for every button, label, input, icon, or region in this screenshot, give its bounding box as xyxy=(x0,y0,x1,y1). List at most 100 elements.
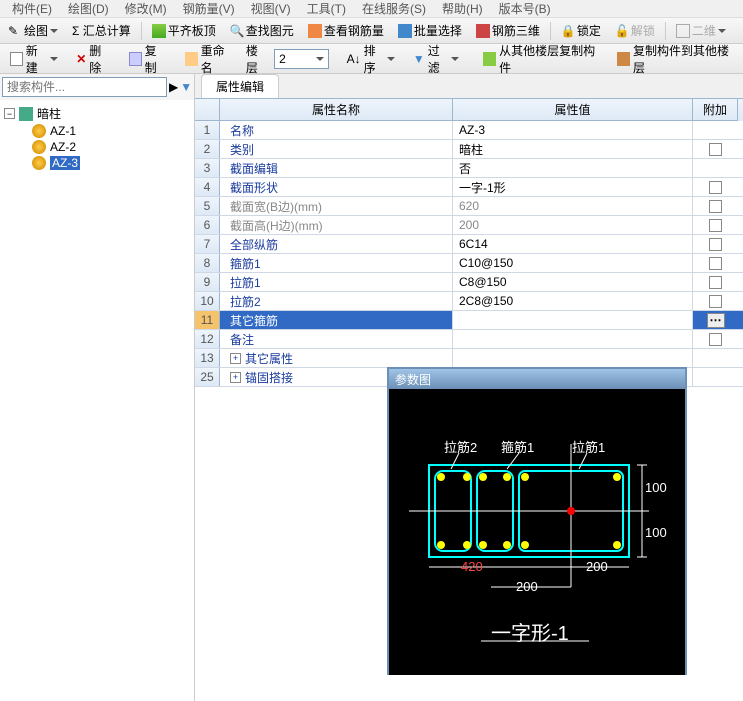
checkbox[interactable] xyxy=(709,276,722,289)
unlock-btn[interactable]: 🔓解锁 xyxy=(611,20,659,41)
cell-name[interactable]: 截面形状 xyxy=(220,178,453,196)
tree-root[interactable]: − 暗柱 xyxy=(4,104,190,123)
checkbox[interactable] xyxy=(709,200,722,213)
rename-btn[interactable]: 重命名 xyxy=(179,40,240,78)
expand-icon[interactable]: + xyxy=(230,353,241,364)
menu-item[interactable]: 绘图(D) xyxy=(60,0,117,17)
cell-value[interactable]: 6C14 xyxy=(453,235,693,253)
cell-value[interactable]: AZ-3 xyxy=(453,121,693,139)
calc-btn[interactable]: Σ 汇总计算 xyxy=(68,20,135,41)
search-go-icon[interactable]: ▶ xyxy=(169,80,178,94)
cell-value[interactable]: 2C8@150 xyxy=(453,292,693,310)
cell-ext[interactable] xyxy=(693,292,738,310)
cell-name[interactable]: 截面宽(B边)(mm) xyxy=(220,197,453,215)
cell-ext[interactable] xyxy=(693,349,738,367)
cell-ext[interactable] xyxy=(693,178,738,196)
cell-ext[interactable] xyxy=(693,368,738,386)
grid-row[interactable]: 5截面宽(B边)(mm)620 xyxy=(195,197,743,216)
search-filter-icon[interactable]: ▼ xyxy=(180,80,192,94)
cell-name[interactable]: 拉筋1 xyxy=(220,273,453,291)
cell-value[interactable]: 620 xyxy=(453,197,693,215)
menu-item[interactable]: 视图(V) xyxy=(243,0,299,17)
cell-value[interactable]: 暗柱 xyxy=(453,140,693,158)
search-input[interactable] xyxy=(2,77,167,97)
rebar3d-btn[interactable]: 钢筋三维 xyxy=(472,20,544,41)
checkbox[interactable] xyxy=(709,181,722,194)
rebar-btn[interactable]: 查看钢筋量 xyxy=(304,20,388,41)
grid-row[interactable]: 6截面高(H边)(mm)200 xyxy=(195,216,743,235)
grid-row[interactable]: 8箍筋1C10@150 xyxy=(195,254,743,273)
cell-value[interactable]: 一字-1形 xyxy=(453,178,693,196)
sort-btn[interactable]: A↓排序 xyxy=(341,40,401,78)
cell-name[interactable]: 拉筋2 xyxy=(220,292,453,310)
grid-row[interactable]: 2类别暗柱 xyxy=(195,140,743,159)
cell-ext[interactable] xyxy=(693,254,738,272)
checkbox[interactable] xyxy=(709,238,722,251)
view2d-btn[interactable]: 二维 xyxy=(672,20,730,41)
cell-name[interactable]: 名称 xyxy=(220,121,453,139)
checkbox[interactable] xyxy=(709,295,722,308)
cell-name[interactable]: 箍筋1 xyxy=(220,254,453,272)
delete-btn[interactable]: ✕删除 xyxy=(70,40,116,78)
copy-btn[interactable]: 复制 xyxy=(123,40,173,78)
filter-btn[interactable]: ▼过滤 xyxy=(407,40,465,78)
grid-row[interactable]: 12备注 xyxy=(195,330,743,349)
cell-value[interactable]: C10@150 xyxy=(453,254,693,272)
cell-ext[interactable] xyxy=(693,216,738,234)
cell-value[interactable]: C8@150 xyxy=(453,273,693,291)
grid-row[interactable]: 7全部纵筋6C14 xyxy=(195,235,743,254)
tree-item[interactable]: AZ-3 xyxy=(32,155,190,171)
diagram-title[interactable]: 参数图 xyxy=(389,369,685,389)
cell-ext[interactable] xyxy=(693,140,738,158)
checkbox[interactable] xyxy=(709,143,722,156)
checkbox[interactable] xyxy=(709,333,722,346)
grid-row[interactable]: 13+其它属性 xyxy=(195,349,743,368)
tab-properties[interactable]: 属性编辑 xyxy=(201,74,279,98)
cell-name[interactable]: 备注 xyxy=(220,330,453,348)
cell-value[interactable] xyxy=(453,349,693,367)
cell-name[interactable]: 截面编辑 xyxy=(220,159,453,177)
copy-from-btn[interactable]: 从其他楼层复制构件 xyxy=(477,40,605,78)
cell-name[interactable]: +其它属性 xyxy=(220,349,453,367)
menu-item[interactable]: 工具(T) xyxy=(299,0,354,17)
grid-row[interactable]: 1名称AZ-3 xyxy=(195,121,743,140)
menu-item[interactable]: 帮助(H) xyxy=(434,0,491,17)
cell-ext[interactable] xyxy=(693,159,738,177)
cell-value[interactable]: 否 xyxy=(453,159,693,177)
expand-icon[interactable]: + xyxy=(230,372,241,383)
grid-row[interactable]: 10拉筋22C8@150 xyxy=(195,292,743,311)
cell-value[interactable] xyxy=(453,330,693,348)
cell-ext[interactable] xyxy=(693,273,738,291)
cell-ext[interactable]: ⋯ xyxy=(693,311,738,329)
checkbox[interactable] xyxy=(709,219,722,232)
grid-row[interactable]: 4截面形状一字-1形 xyxy=(195,178,743,197)
cell-value[interactable] xyxy=(453,311,693,329)
floor-select[interactable]: 2 xyxy=(274,49,329,69)
cell-ext[interactable] xyxy=(693,197,738,215)
menu-item[interactable]: 修改(M) xyxy=(117,0,175,17)
copy-to-btn[interactable]: 复制构件到其他楼层 xyxy=(611,40,739,78)
grid-row[interactable]: 9拉筋1C8@150 xyxy=(195,273,743,292)
find-btn[interactable]: 🔍查找图元 xyxy=(226,20,298,41)
flat-btn[interactable]: 平齐板顶 xyxy=(148,20,220,41)
cell-ext[interactable] xyxy=(693,235,738,253)
cell-name[interactable]: 其它箍筋 xyxy=(220,311,453,329)
menu-item[interactable]: 在线服务(S) xyxy=(354,0,434,17)
tree-item[interactable]: AZ-2 xyxy=(32,139,190,155)
tree-item[interactable]: AZ-1 xyxy=(32,123,190,139)
draw-btn[interactable]: ✎绘图 xyxy=(4,20,62,41)
cell-ext[interactable] xyxy=(693,330,738,348)
checkbox[interactable] xyxy=(709,257,722,270)
grid-row[interactable]: 11其它箍筋⋯ xyxy=(195,311,743,330)
cell-ext[interactable] xyxy=(693,121,738,139)
menu-item[interactable]: 钢筋量(V) xyxy=(175,0,243,17)
cell-name[interactable]: 截面高(H边)(mm) xyxy=(220,216,453,234)
collapse-icon[interactable]: − xyxy=(4,108,15,119)
cell-name[interactable]: 全部纵筋 xyxy=(220,235,453,253)
cell-value[interactable]: 200 xyxy=(453,216,693,234)
diagram-window[interactable]: 参数图 xyxy=(387,367,687,675)
ellipsis-button[interactable]: ⋯ xyxy=(707,313,725,328)
lock-btn[interactable]: 🔒锁定 xyxy=(557,20,605,41)
grid-row[interactable]: 3截面编辑否 xyxy=(195,159,743,178)
menu-item[interactable]: 版本号(B) xyxy=(491,0,559,17)
